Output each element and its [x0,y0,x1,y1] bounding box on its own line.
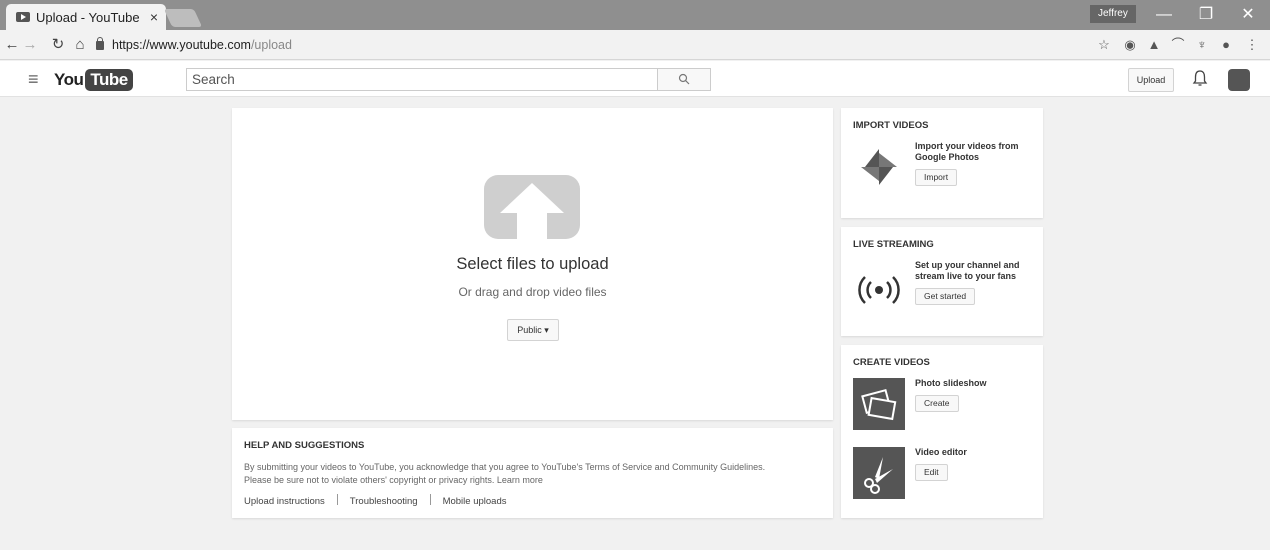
url-host: https://www.youtube.com [112,38,251,52]
reload-icon[interactable]: ↻ [48,35,68,55]
create-videos-title: CREATE VIDEOS [853,357,930,368]
import-videos-card: IMPORT VIDEOS Import your videos from Go… [841,108,1043,218]
menu-kebab-icon[interactable]: ⋮ [1244,37,1260,53]
help-title: HELP AND SUGGESTIONS [244,440,365,451]
new-tab-button[interactable] [163,9,203,27]
drive-icon[interactable]: ▲ [1146,37,1162,53]
upload-button[interactable]: Upload [1128,68,1174,92]
profile-badge[interactable]: Jeffrey [1090,5,1136,23]
extension-icon[interactable]: ◉ [1122,37,1138,53]
edit-button[interactable]: Edit [915,464,948,481]
upload-subtitle: Or drag and drop video files [458,285,607,299]
home-icon[interactable]: ⌂ [70,35,90,55]
tab-title: Upload - YouTube [36,9,140,25]
help-text: By submitting your videos to YouTube, yo… [244,461,821,487]
create-button[interactable]: Create [915,395,959,412]
link-troubleshooting[interactable]: Troubleshooting [350,496,418,507]
youtube-header: ≡ You Tube Search Upload [0,61,1270,97]
live-streaming-card: LIVE STREAMING Set up your channel and s… [841,227,1043,336]
search-button[interactable] [657,68,711,91]
video-editor-label: Video editor [915,447,967,457]
link-upload-instructions[interactable]: Upload instructions [244,496,325,507]
youtube-logo[interactable]: You Tube [54,69,133,91]
create-videos-card: CREATE VIDEOS Photo slideshow Create Vid… [841,345,1043,518]
logo-tube: Tube [85,69,133,91]
url-path: /upload [250,38,292,52]
help-panel: HELP AND SUGGESTIONS By submitting your … [232,428,833,518]
link-mobile-uploads[interactable]: Mobile uploads [443,496,507,507]
live-description: Set up your channel and stream live to y… [915,260,1020,281]
import-videos-title: IMPORT VIDEOS [853,120,929,131]
browser-tab[interactable]: Upload - YouTube × [6,4,166,30]
google-photos-icon [861,149,897,185]
divider [429,494,431,505]
privacy-dropdown[interactable]: Public ▾ [507,319,559,341]
live-streaming-title: LIVE STREAMING [853,239,934,250]
help-text-line-2: Please be sure not to violate others' co… [244,475,543,485]
import-button[interactable]: Import [915,169,958,186]
search-icon [678,73,690,85]
notification-bell-icon[interactable] [1192,69,1208,92]
search-input[interactable]: Search [186,68,658,91]
maximize-button[interactable]: ❐ [1186,4,1226,26]
forward-arrow-icon[interactable]: → [20,35,40,55]
logo-you: You [54,70,84,89]
extension-arc-icon[interactable]: ⌒ [1170,37,1186,53]
video-editor-icon [853,447,905,499]
upload-title: Select files to upload [456,255,609,273]
broadcast-icon [858,276,900,304]
star-icon[interactable]: ☆ [1096,37,1112,53]
extension-drop-icon[interactable]: ● [1218,37,1234,53]
youtube-icon [16,12,30,22]
close-window-button[interactable]: ✕ [1228,4,1268,26]
minimize-button[interactable]: — [1144,4,1184,26]
upload-arrow-icon[interactable] [484,175,580,239]
upload-panel[interactable]: Select files to upload Or drag and drop … [232,108,833,420]
tab-close-icon[interactable]: × [150,9,158,25]
help-text-line-1: By submitting your videos to YouTube, yo… [244,462,766,472]
address-bar: ← → ↻ ⌂ https://www.youtube.com/upload ☆… [0,30,1270,60]
import-description: Import your videos from Google Photos [915,141,1019,162]
url-field[interactable]: https://www.youtube.com/upload [96,34,1116,56]
avatar[interactable] [1228,69,1250,91]
browser-titlebar: Upload - YouTube × Jeffrey — ❐ ✕ [0,0,1270,30]
photo-slideshow-label: Photo slideshow [915,378,987,388]
help-links: Upload instructions Troubleshooting Mobile… [244,494,821,507]
trophy-icon[interactable]: ♆ [1194,37,1210,53]
lock-icon [96,37,104,50]
get-started-button[interactable]: Get started [915,288,976,305]
divider [336,494,338,505]
photo-slideshow-icon [853,378,905,430]
back-arrow-icon[interactable]: ← [2,35,22,55]
hamburger-menu-icon[interactable]: ≡ [28,69,39,90]
